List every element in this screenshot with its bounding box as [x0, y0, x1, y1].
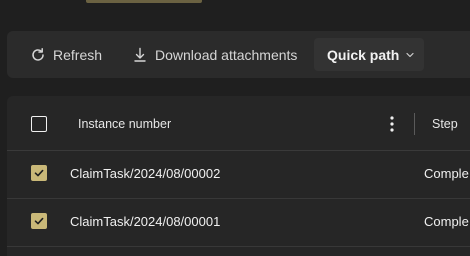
chevron-down-icon [405, 50, 415, 60]
row-checkbox[interactable] [31, 165, 47, 181]
instance-number-cell[interactable]: ClaimTask/2024/08/00001 [70, 214, 220, 229]
select-all-checkbox[interactable] [31, 116, 47, 132]
quick-path-button[interactable]: Quick path [314, 38, 424, 71]
table-row[interactable]: ClaimTask/2024/08/00001 Comple [7, 199, 470, 247]
download-attachments-label: Download attachments [155, 46, 298, 63]
column-resize-handle[interactable] [414, 113, 415, 135]
command-bar: Refresh Download attachments Quick path [7, 31, 470, 78]
active-tab-indicator [86, 0, 202, 3]
column-header-step[interactable]: Step [432, 117, 458, 131]
refresh-label: Refresh [53, 46, 103, 63]
download-attachments-button[interactable]: Download attachments [131, 38, 297, 71]
step-cell: Comple [424, 166, 469, 181]
column-header-instance-number[interactable]: Instance number [78, 117, 171, 131]
checkmark-icon [34, 217, 44, 225]
instances-grid: Instance number Step ClaimTask/2024/08/0… [7, 96, 470, 256]
row-checkbox[interactable] [31, 213, 47, 229]
table-row[interactable]: ClaimTask/2024/08/00002 Comple [7, 151, 470, 199]
step-cell: Comple [424, 214, 469, 229]
quick-path-label: Quick path [327, 46, 400, 63]
more-vertical-icon[interactable] [388, 114, 396, 134]
checkmark-icon [34, 169, 44, 177]
refresh-button[interactable]: Refresh [29, 38, 102, 71]
refresh-icon [29, 46, 47, 64]
download-icon [131, 46, 149, 64]
grid-header: Instance number Step [7, 96, 470, 151]
instance-number-cell[interactable]: ClaimTask/2024/08/00002 [70, 166, 220, 181]
